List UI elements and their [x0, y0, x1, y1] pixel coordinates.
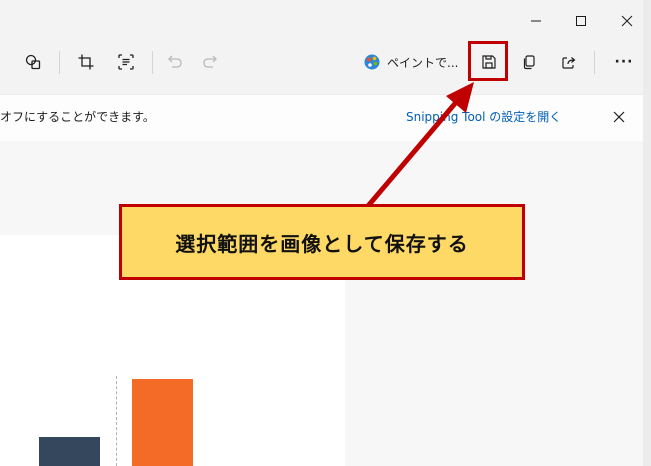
copy-button[interactable] — [514, 47, 544, 77]
capture-canvas[interactable] — [0, 141, 643, 466]
save-button-highlight — [468, 41, 508, 81]
redo-button[interactable] — [195, 47, 225, 77]
image-bar-dark — [39, 437, 100, 466]
text-actions-button[interactable] — [111, 47, 141, 77]
image-bar-orange — [132, 379, 193, 466]
undo-button[interactable] — [160, 47, 190, 77]
open-in-paint-label: ペイントで... — [387, 55, 459, 70]
toolbar-divider — [594, 51, 595, 74]
undo-icon — [168, 55, 182, 68]
minimize-icon — [531, 20, 541, 22]
share-icon — [562, 57, 576, 69]
close-window-button[interactable] — [612, 8, 642, 34]
dashed-guide — [116, 376, 117, 466]
shapes-icon — [25, 54, 41, 70]
text-actions-icon — [118, 54, 134, 70]
open-in-paint-button[interactable]: ペイントで... — [363, 49, 458, 75]
info-bar: オフにすることができます。 Snipping Tool の設定を開く — [0, 94, 643, 142]
window-edge — [643, 0, 651, 466]
redo-icon — [203, 55, 217, 68]
copy-icon — [523, 55, 535, 70]
maximize-button[interactable] — [566, 8, 596, 34]
shapes-button[interactable] — [18, 47, 48, 77]
open-settings-link[interactable]: Snipping Tool の設定を開く — [406, 108, 561, 125]
crop-button[interactable] — [71, 47, 101, 77]
minimize-button[interactable] — [521, 8, 551, 34]
annotation-callout: 選択範囲を画像として保存する — [119, 204, 525, 280]
toolbar-divider — [152, 51, 153, 74]
maximize-icon — [576, 16, 586, 26]
more-options-icon: ··· — [614, 54, 634, 70]
info-close-button[interactable] — [606, 104, 632, 130]
close-icon — [621, 15, 633, 27]
close-icon — [613, 111, 625, 123]
toolbar-divider — [59, 51, 60, 74]
crop-icon — [78, 54, 94, 70]
share-button[interactable] — [554, 47, 584, 77]
info-message: オフにすることができます。 — [0, 110, 155, 124]
paint-icon — [364, 54, 380, 70]
more-options-button[interactable]: ··· — [609, 47, 639, 77]
annotation-callout-text: 選択範囲を画像として保存する — [175, 231, 469, 256]
